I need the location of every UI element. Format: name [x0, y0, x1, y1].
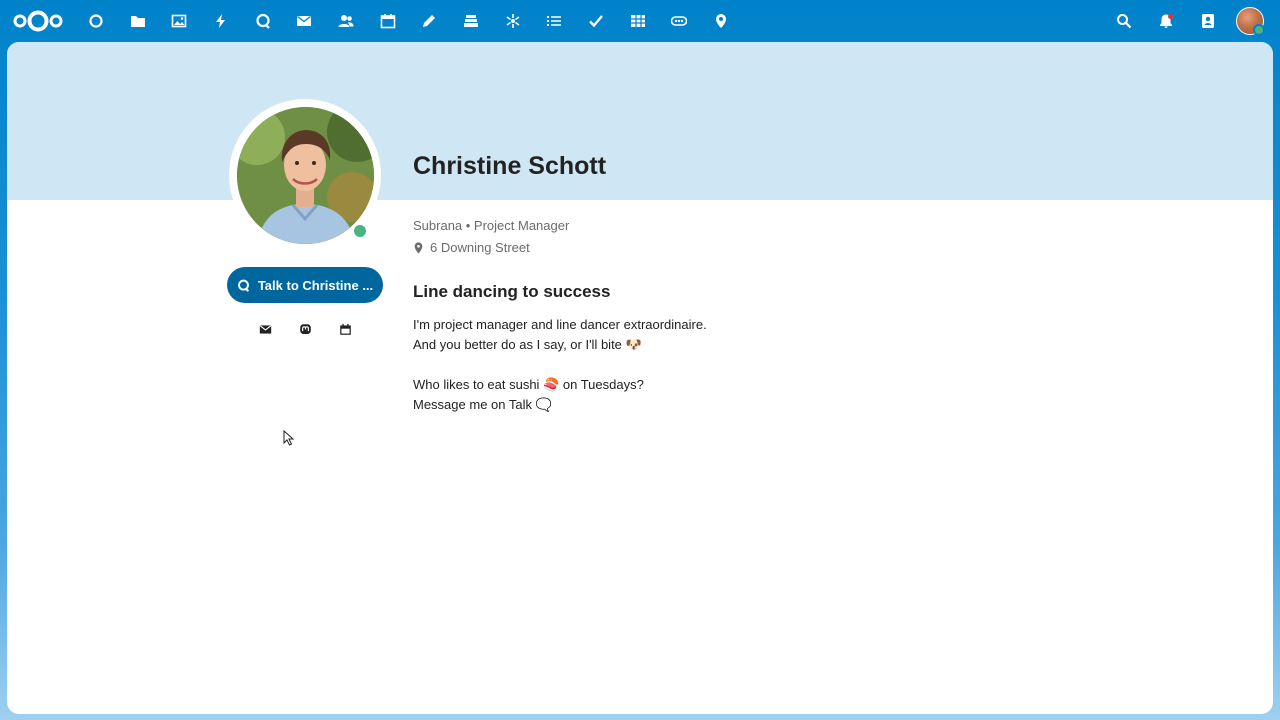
- dashboard-icon[interactable]: [86, 11, 106, 31]
- bio-line: I'm project manager and line dancer extr…: [413, 317, 707, 332]
- mouse-cursor: [283, 429, 295, 446]
- email-icon[interactable]: [257, 321, 273, 337]
- tables-icon[interactable]: [628, 11, 648, 31]
- checkmark-icon[interactable]: [586, 11, 606, 31]
- talk-to-button[interactable]: Talk to Christine ...: [227, 267, 383, 303]
- files-icon[interactable]: [128, 11, 148, 31]
- profile-headline: Line dancing to success: [413, 282, 611, 301]
- profile-avatar: [237, 107, 374, 244]
- bio-line: Message me on Talk 🗨️: [413, 397, 552, 412]
- address-text: 6 Downing Street: [430, 240, 530, 255]
- profile-panel: Christine Schott Talk to Christine ... S…: [7, 42, 1273, 714]
- deck-icon[interactable]: [461, 11, 481, 31]
- profile-bio: I'm project manager and line dancer extr…: [413, 315, 707, 415]
- address: 6 Downing Street: [413, 240, 530, 255]
- tasks-icon[interactable]: [544, 11, 564, 31]
- bio-line: And you better do as I say, or I'll bite…: [413, 337, 642, 352]
- maps-icon[interactable]: [711, 11, 731, 31]
- talk-button-label: Talk to Christine ...: [257, 277, 374, 293]
- mastodon-icon[interactable]: [297, 321, 313, 337]
- activity-icon[interactable]: [211, 11, 231, 31]
- profile-name: Christine Schott: [413, 152, 607, 180]
- forms-icon[interactable]: [669, 11, 689, 31]
- photos-icon[interactable]: [169, 11, 189, 31]
- contacts-menu-icon[interactable]: [1198, 11, 1218, 31]
- mail-icon[interactable]: [294, 11, 314, 31]
- location-icon: [414, 241, 423, 254]
- talk-icon[interactable]: [253, 11, 273, 31]
- user-status-online: [1253, 24, 1265, 36]
- analytics-icon[interactable]: [503, 11, 523, 31]
- calendar-icon[interactable]: [337, 321, 353, 337]
- talk-icon: [237, 279, 249, 292]
- profile-banner: [7, 42, 1273, 200]
- search-icon[interactable]: [1114, 11, 1134, 31]
- top-bar: [0, 0, 1280, 42]
- calendar-icon[interactable]: [378, 11, 398, 31]
- nextcloud-logo[interactable]: [12, 9, 64, 33]
- notifications-icon[interactable]: [1156, 11, 1176, 31]
- notes-icon[interactable]: [419, 11, 439, 31]
- contacts-icon[interactable]: [336, 11, 356, 31]
- bio-line: Who likes to eat sushi 🍣 on Tuesdays?: [413, 377, 644, 392]
- profile-status-online: [352, 223, 368, 239]
- bio-line: [413, 355, 707, 375]
- organisation-role: Subrana • Project Manager: [413, 218, 570, 233]
